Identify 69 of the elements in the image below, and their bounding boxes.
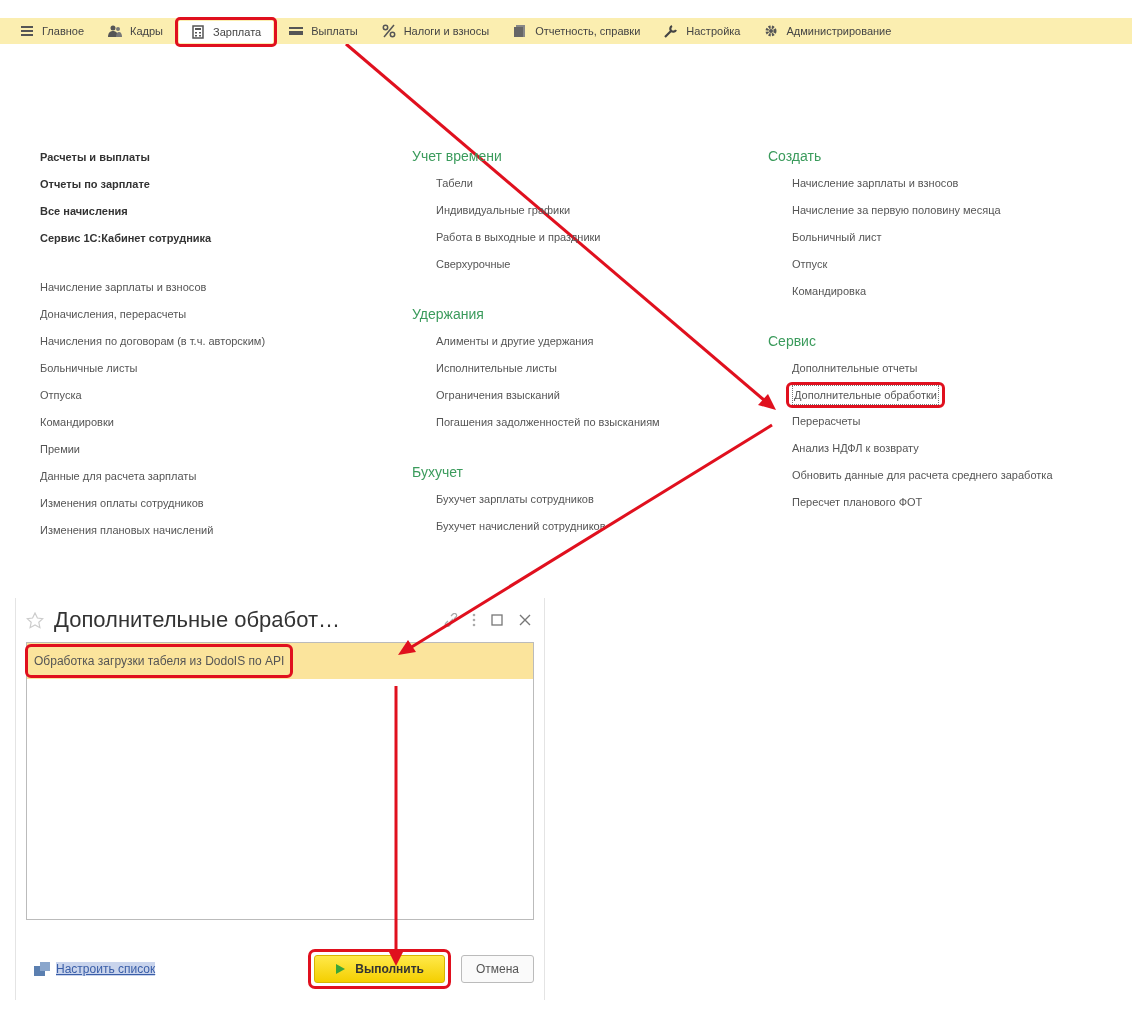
menu-link[interactable]: Ограничения взысканий [436,382,560,409]
calculator-icon [191,25,205,39]
group-heading: Создать [768,147,822,166]
menu-link[interactable]: Доначисления, перерасчеты [40,301,187,328]
menu-link[interactable]: Дополнительные отчеты [792,355,918,382]
menu-link[interactable]: Перерасчеты [792,408,861,435]
menu-link[interactable]: Табели [436,170,473,197]
link-icon [444,613,458,627]
menu-link[interactable]: Обновить данные для расчета среднего заработка [792,462,1053,489]
menu-icon [20,24,34,38]
menu-link[interactable]: Начисление зарплаты и взносов [40,274,207,301]
link-button[interactable] [442,611,460,629]
menu-link[interactable]: Изменения оплаты сотрудников [40,490,204,517]
menu-link[interactable]: Больничные листы [40,355,138,382]
percent-icon [381,24,396,38]
menu-link[interactable]: Больничный лист [792,224,882,251]
list-row[interactable]: Обработка загрузки табеля из DodoIS по API [27,643,533,679]
play-icon [335,963,346,975]
menu-link[interactable]: Начисления по договорам (в т.ч. авторским) [40,328,266,355]
menu-link[interactable]: Изменения плановых начислений [40,517,214,544]
menu-link[interactable]: Исполнительные листы [436,355,557,382]
section-tab[interactable]: Кадры [96,20,175,42]
group-heading: Удержания [412,305,484,324]
card-icon [289,24,304,38]
settings-link[interactable]: Настроить список [56,962,156,976]
menu-link[interactable]: Расчеты и выплаты [40,144,150,171]
section-tab[interactable]: Администрирование [752,20,904,42]
menu-link[interactable]: Данные для расчета зарплаты [40,463,197,490]
section-tab[interactable]: Зарплата [179,21,274,43]
menu-link[interactable]: Сверхурочные [436,251,511,278]
menu-link[interactable]: Премии [40,436,80,463]
more-icon [472,613,476,627]
run-button[interactable]: Выполнить [314,955,445,983]
star-icon [26,611,44,629]
group-heading: Сервис [768,332,816,351]
menu-link[interactable]: Отпуска [40,382,82,409]
group-heading: Бухучет [412,463,463,482]
people-icon [108,24,123,38]
menu-link[interactable]: Бухучет начислений сотрудников [436,513,606,540]
section-tab[interactable]: Выплаты [277,20,370,42]
row-text: Обработка загрузки табеля из DodoIS по API [34,654,285,668]
gear-icon [764,24,779,38]
dialog-title: Дополнительные обработ… [54,607,341,633]
document-icon [513,24,528,38]
menu-link[interactable]: Начисление за первую половину месяца [792,197,1001,224]
menu-link[interactable]: Алименты и другие удержания [436,328,594,355]
wrench-icon [664,24,679,38]
list-settings-icon [34,961,50,977]
section-tab[interactable]: Главное [8,20,97,42]
menu-link[interactable]: Все начисления [40,198,128,225]
cancel-button[interactable]: Отмена [460,955,534,983]
menu-link[interactable]: Бухучет зарплаты сотрудников [436,486,594,513]
maximize-icon [490,613,504,627]
close-icon [518,613,532,627]
menu-link[interactable]: Начисление зарплаты и взносов [792,170,959,197]
section-tab[interactable]: Отчетность, справки [501,20,653,42]
menu-link[interactable]: Анализ НДФЛ к возврату [792,435,919,462]
menu-link[interactable]: Отпуск [792,251,828,278]
more-button[interactable] [470,611,478,629]
maximize-button[interactable] [488,611,506,629]
section-tab[interactable]: Настройка [652,20,753,42]
menu-link[interactable]: Сервис 1С:Кабинет сотрудника [40,225,212,252]
menu-link[interactable]: Командировка [792,278,867,305]
menu-link[interactable]: Погашения задолженностей по взысканиям [436,409,660,436]
menu-link[interactable]: Отчеты по зарплате [40,171,150,198]
menu-link[interactable]: Командировки [40,409,114,436]
menu-link[interactable]: Пересчет планового ФОТ [792,489,923,516]
section-tab[interactable]: Налоги и взносы [369,20,502,42]
menu-link[interactable]: Дополнительные обработки [792,385,939,405]
